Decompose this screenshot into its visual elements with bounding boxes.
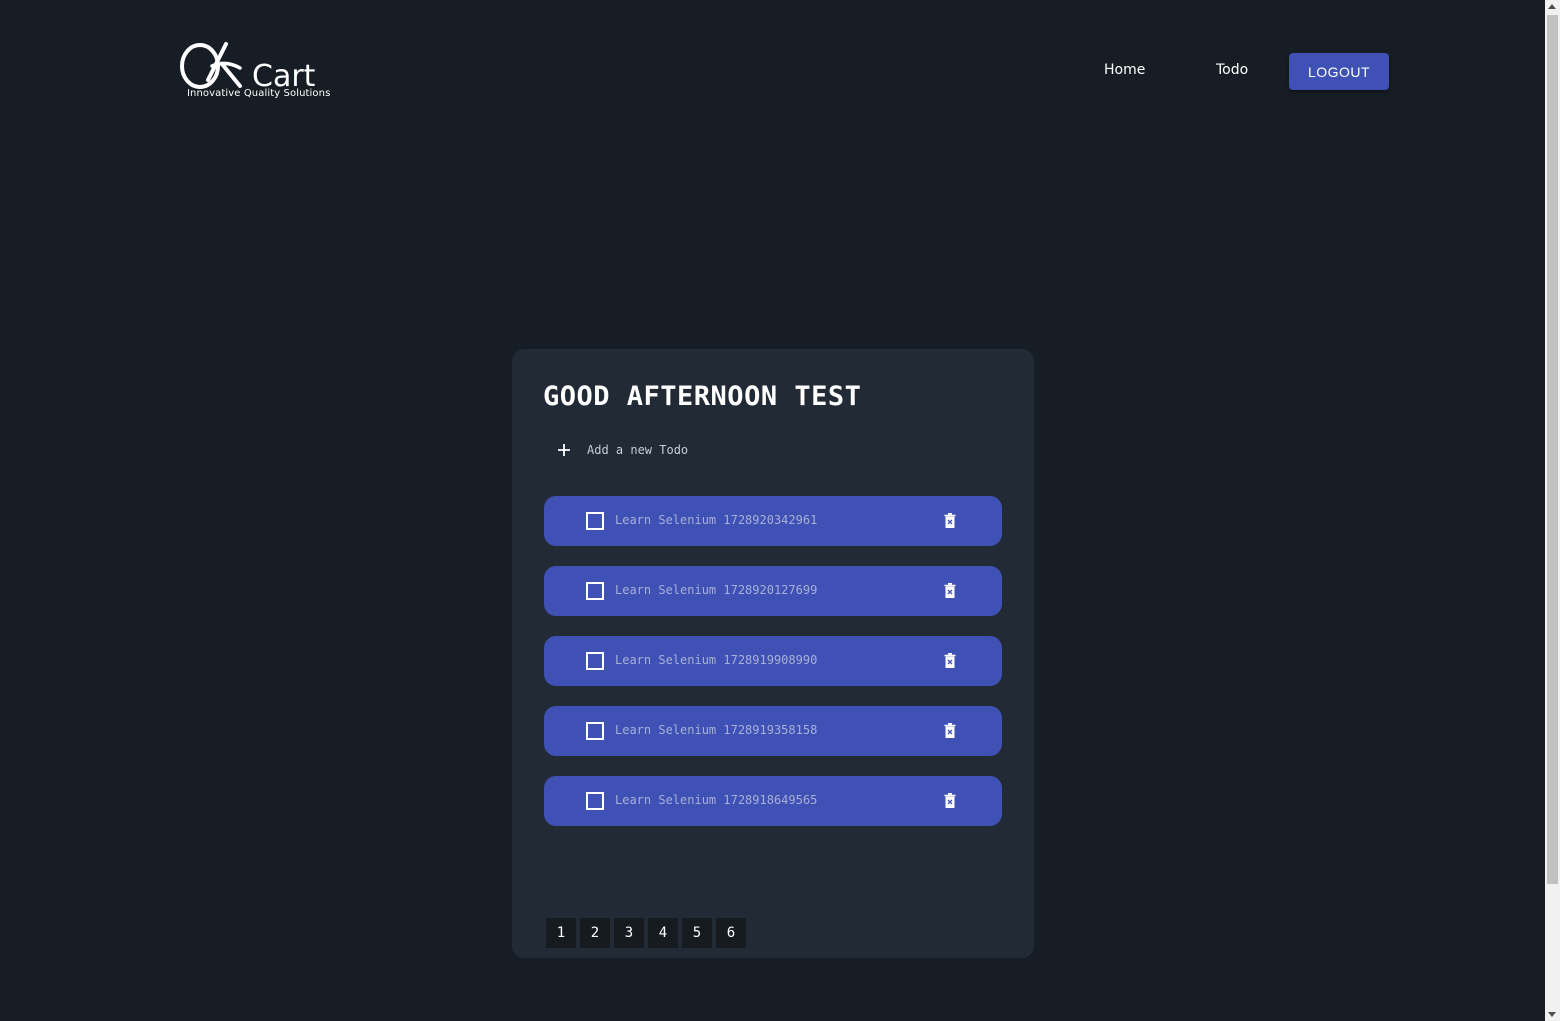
checkbox-icon[interactable] — [586, 512, 604, 530]
qkart-logo[interactable]: Cart Innovative Quality Solutions — [178, 40, 330, 104]
logo-wordmark: Cart — [252, 59, 316, 90]
todo-item: Learn Selenium 1728919908990 — [544, 636, 1002, 686]
todo-text: Learn Selenium 1728920342961 — [615, 513, 818, 527]
add-todo-row — [556, 439, 887, 461]
plus-icon[interactable] — [556, 442, 572, 458]
scroll-up-icon[interactable] — [1548, 4, 1556, 9]
page-button-4[interactable]: 4 — [648, 918, 678, 948]
trash-icon[interactable] — [944, 793, 956, 809]
trash-icon[interactable] — [944, 513, 956, 529]
scroll-thumb[interactable] — [1547, 15, 1558, 884]
todo-text: Learn Selenium 1728920127699 — [615, 583, 818, 597]
vertical-scrollbar[interactable] — [1545, 0, 1560, 1021]
logo-tagline: Innovative Quality Solutions — [187, 88, 331, 99]
logout-button[interactable]: LOGOUT — [1289, 53, 1389, 90]
page: Cart Innovative Quality Solutions Home T… — [0, 0, 1560, 1021]
todo-item: Learn Selenium 1728919358158 — [544, 706, 1002, 756]
todo-text: Learn Selenium 1728918649565 — [615, 793, 818, 807]
todo-text: Learn Selenium 1728919358158 — [615, 723, 818, 737]
trash-icon[interactable] — [944, 653, 956, 669]
greeting-title: GOOD AFTERNOON TEST — [543, 381, 862, 412]
pagination: 1 2 3 4 5 6 — [546, 918, 750, 948]
checkbox-icon[interactable] — [586, 722, 604, 740]
todo-item: Learn Selenium 1728920342961 — [544, 496, 1002, 546]
checkbox-icon[interactable] — [586, 792, 604, 810]
todo-card: GOOD AFTERNOON TEST Learn Selenium 17289… — [512, 349, 1034, 958]
todo-text: Learn Selenium 1728919908990 — [615, 653, 818, 667]
todo-item: Learn Selenium 1728918649565 — [544, 776, 1002, 826]
checkbox-icon[interactable] — [586, 652, 604, 670]
page-button-3[interactable]: 3 — [614, 918, 644, 948]
add-todo-input[interactable] — [587, 443, 887, 457]
page-button-1[interactable]: 1 — [546, 918, 576, 948]
page-button-6[interactable]: 6 — [716, 918, 746, 948]
trash-icon[interactable] — [944, 723, 956, 739]
nav-todo-link[interactable]: Todo — [1216, 62, 1248, 78]
page-button-2[interactable]: 2 — [580, 918, 610, 948]
scroll-down-icon[interactable] — [1548, 1012, 1556, 1017]
nav-home-link[interactable]: Home — [1104, 62, 1145, 78]
qkart-logo-mark: Cart — [180, 42, 316, 90]
trash-icon[interactable] — [944, 583, 956, 599]
todo-item: Learn Selenium 1728920127699 — [544, 566, 1002, 616]
page-button-5[interactable]: 5 — [682, 918, 712, 948]
checkbox-icon[interactable] — [586, 582, 604, 600]
